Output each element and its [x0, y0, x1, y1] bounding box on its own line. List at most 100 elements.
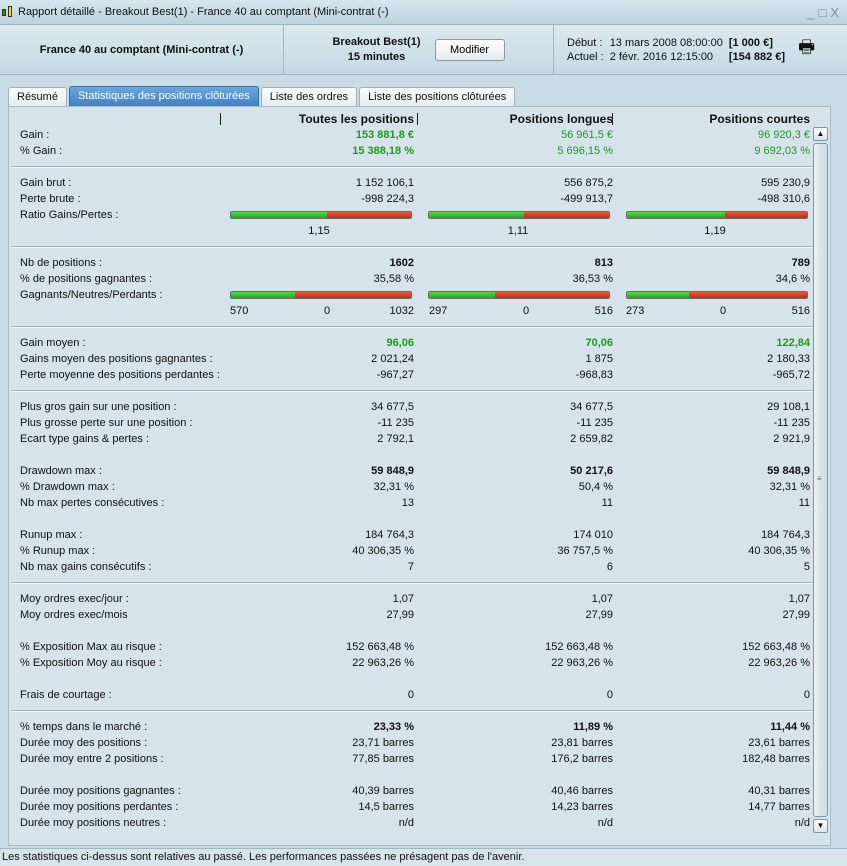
modify-button[interactable]: Modifier [434, 39, 505, 61]
stat-value: 152 663,48 % [742, 641, 810, 653]
stat-value: 96 920,3 € [758, 129, 810, 141]
stat-value: 70,06 [585, 337, 613, 349]
losers-count: 1032 [389, 305, 414, 317]
column-divider[interactable] [220, 113, 221, 125]
stat-row: Plus grosse perte sur une position : -11 … [9, 415, 814, 431]
stat-value: 789 [791, 257, 810, 269]
stat-value: 77,85 barres [352, 753, 414, 765]
stat-row: % Runup max : 40 306,35 % 36 757,5 % 40 306… [9, 543, 814, 559]
stat-label: Durée moy positions perdantes : [20, 801, 179, 813]
stat-value: 23,81 barres [551, 737, 613, 749]
minimize-icon[interactable]: _ [807, 5, 818, 20]
tab-1[interactable]: Résumé [8, 87, 67, 107]
scroll-thumb[interactable]: ≡ [813, 143, 828, 817]
bar-red-segment [327, 212, 411, 218]
column-header[interactable]: Positions courtes [620, 111, 810, 127]
stat-row: % temps dans le marché : 23,33 % 11,89 % 11… [9, 719, 814, 735]
strategy-name: Breakout Best(1) [332, 36, 421, 48]
stat-value: 1 875 [585, 353, 613, 365]
stat-label: Durée moy des positions : [20, 737, 148, 749]
stat-row: % Drawdown max : 32,31 % 50,4 % 32,31 % [9, 479, 814, 495]
start-date: 13 mars 2008 08:00:00 [609, 37, 723, 49]
stat-row: Durée moy positions perdantes : 14,5 barr… [9, 799, 814, 815]
tab-4[interactable]: Liste des positions clôturées [359, 87, 516, 107]
stat-value: 56 961,5 € [561, 129, 613, 141]
printer-icon[interactable]: 🖶 [798, 35, 815, 65]
ratio-value: 1,15 [308, 225, 330, 237]
report-header: France 40 au comptant (Mini-contrat (-) … [0, 25, 847, 75]
losers-count: 516 [791, 305, 810, 317]
stat-value: -11 235 [576, 417, 614, 429]
stat-label: Gains moyen des positions gagnantes : [20, 353, 213, 365]
stat-label: Perte brute : [20, 193, 81, 205]
stat-value: 153 881,8 € [355, 129, 414, 141]
start-label: Début : [567, 37, 603, 49]
column-divider[interactable] [417, 113, 418, 125]
stat-row: Nb max gains consécutifs : 7 6 5 [9, 559, 814, 575]
stat-value: 1,07 [392, 593, 414, 605]
stat-value: 174 010 [573, 529, 613, 541]
date-range: Début : 13 mars 2008 08:00:00 [1 000 €] Ac… [564, 36, 788, 64]
stat-value: -967,27 [376, 369, 414, 381]
tab-2[interactable]: Statistiques des positions clôturées [68, 86, 259, 107]
stat-value: 22 963,26 % [748, 657, 810, 669]
stat-value: 96,06 [386, 337, 414, 349]
stat-value: 32,31 % [769, 481, 810, 493]
stat-label: Nb max gains consécutifs : [20, 561, 152, 573]
bar-green-segment [627, 292, 690, 298]
stat-value: 6 [606, 561, 613, 573]
stat-value: 40,31 barres [748, 785, 810, 797]
bar-red-segment [295, 292, 411, 298]
stat-value: 34,6 % [775, 273, 810, 285]
stat-value: 813 [594, 257, 613, 269]
stat-row: Runup max : 184 764,3 174 010 184 764,3 [9, 527, 814, 543]
bar-red-segment [523, 212, 609, 218]
tab-3[interactable]: Liste des ordres [260, 87, 358, 107]
stat-row: Durée moy positions gagnantes : 40,39 bar… [9, 783, 814, 799]
column-header[interactable]: Toutes les positions [224, 111, 414, 127]
stat-value: 50,4 % [578, 481, 613, 493]
stat-row: Frais de courtage : 0 0 0 [9, 687, 814, 703]
bar-red-segment [724, 212, 807, 218]
stat-row: Durée moy des positions : 23,71 barres 23,… [9, 735, 814, 751]
stat-label: % Runup max : [20, 545, 96, 557]
maximize-icon[interactable]: □ [818, 5, 830, 20]
bar-green-segment [429, 292, 495, 298]
vertical-scrollbar[interactable]: ▲ ≡ ▼ [813, 127, 828, 833]
divider [11, 246, 813, 248]
instrument-name: France 40 au comptant (Mini-contrat (-) [39, 44, 244, 56]
timeframe: 15 minutes [347, 51, 406, 63]
stat-value: 7 [407, 561, 414, 573]
stat-value: 32,31 % [373, 481, 414, 493]
stat-label: % temps dans le marché : [20, 721, 148, 733]
ratio-bar [230, 211, 412, 219]
stat-value: 14,23 barres [551, 801, 613, 813]
stat-value: n/d [794, 817, 810, 829]
stat-value: 11 [798, 497, 810, 509]
stat-value: 184 764,3 [365, 529, 414, 541]
stat-row: Ecart type gains & pertes : 2 792,1 2 659,… [9, 431, 814, 447]
current-label: Actuel : [567, 51, 604, 63]
divider [11, 582, 813, 584]
column-header[interactable]: Positions longues [423, 111, 613, 127]
stat-value: 1602 [389, 257, 414, 269]
stat-value: 40,46 barres [551, 785, 613, 797]
stat-value: 14,77 barres [748, 801, 810, 813]
stat-value: 2 659,82 [570, 433, 613, 445]
scroll-down-button[interactable]: ▼ [813, 819, 828, 833]
stat-label: Nb max pertes consécutives : [20, 497, 165, 509]
stat-value: 5 696,15 % [557, 145, 613, 157]
column-divider[interactable] [612, 113, 613, 125]
stat-value: 23,61 barres [748, 737, 810, 749]
stat-label: Gagnants/Neutres/Perdants : [20, 289, 163, 301]
separator [9, 319, 814, 335]
stat-row: Moy ordres exec/jour : 1,07 1,07 1,07 [9, 591, 814, 607]
stat-value: 50 217,6 [570, 465, 613, 477]
stat-row: Perte moyenne des positions perdantes : -… [9, 367, 814, 383]
stat-value: 152 663,48 % [346, 641, 414, 653]
scroll-up-button[interactable]: ▲ [813, 127, 828, 141]
stat-value: 0 [407, 689, 414, 701]
close-icon[interactable]: X [830, 5, 843, 20]
stat-label: % Exposition Max au risque : [20, 641, 162, 653]
stat-value: 2 021,24 [371, 353, 414, 365]
